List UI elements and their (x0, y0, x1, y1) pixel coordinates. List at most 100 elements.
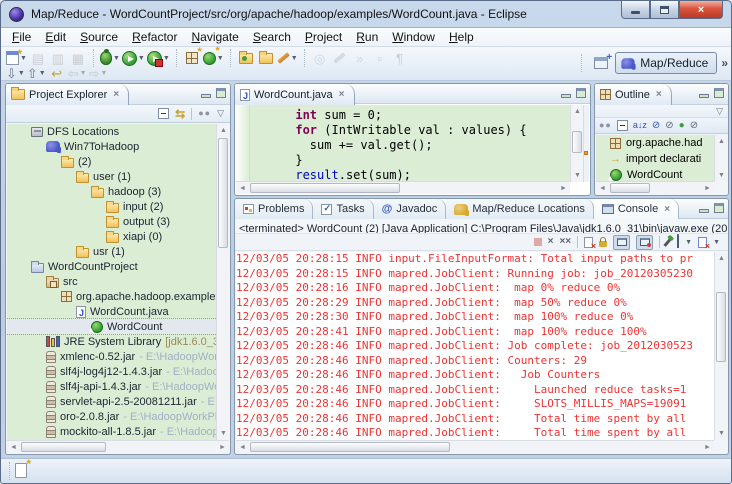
console-output[interactable]: 12/03/05 20:28:15 INFO input.FileInputFo… (236, 252, 714, 440)
outline-hscrollbar[interactable]: ◄► (596, 181, 714, 194)
perspective-overflow-chevron[interactable]: » (721, 56, 727, 70)
open-element-button[interactable] (236, 49, 256, 67)
maximize-button[interactable] (650, 1, 679, 19)
menu-navigate[interactable]: Navigate (184, 28, 245, 46)
close-button[interactable]: × (679, 1, 723, 19)
view-menu-button[interactable]: ▽ (217, 109, 224, 118)
dropdown-arrow-icon[interactable]: ▼ (163, 55, 170, 62)
outline-item-import-declarati[interactable]: →import declarati (596, 151, 714, 167)
hide-local-types-button[interactable]: ⊘ (690, 121, 698, 131)
menu-run[interactable]: Run (349, 28, 385, 46)
minimize-view-button[interactable] (201, 94, 211, 98)
tree-item-servlet-api-2-5-20081211-jar[interactable]: servlet-api-2.5-20081211.jar - E:\Ha (7, 394, 229, 409)
back-button[interactable]: ⇦▼ (67, 64, 88, 82)
tab-map-reduce-locations[interactable]: Map/Reduce Locations (446, 199, 594, 219)
minimize-editor-button[interactable] (561, 94, 571, 98)
tab-tasks[interactable]: Tasks (313, 199, 373, 219)
collapse-all-button[interactable] (158, 108, 169, 119)
tab-console[interactable]: Console× (594, 199, 679, 219)
menu-project[interactable]: Project (298, 28, 349, 46)
tree-item-slf4j-api-1-4-3-jar[interactable]: slf4j-api-1.4.3.jar - E:\HadoopWork (7, 379, 229, 394)
hide-fields-button[interactable]: ⊘ (652, 121, 660, 131)
hide-static-members-button[interactable]: ⊘ (665, 121, 673, 131)
run-button[interactable]: ▼ (121, 49, 146, 67)
tree-item-usr-1-[interactable]: usr (1) (7, 244, 229, 259)
customize-view-button[interactable]: ●● (198, 109, 211, 118)
tab-javadoc[interactable]: @Javadoc (374, 199, 447, 219)
outline-item-wordcount[interactable]: WordCount (596, 167, 714, 182)
dropdown-arrow-icon[interactable]: ▼ (18, 70, 25, 77)
tab-project-explorer[interactable]: Project Explorer × (6, 84, 129, 105)
outline-view-menu-button[interactable]: ▽ (716, 107, 723, 116)
tree-item-hadoop-3-[interactable]: hadoop (3) (7, 184, 229, 199)
fast-view-shortcut-icon[interactable] (15, 463, 27, 478)
show-stderr-toggle[interactable] (636, 235, 653, 250)
minimize-console-button[interactable] (699, 209, 709, 213)
pin-console-button[interactable] (664, 238, 672, 247)
close-outline-icon[interactable]: × (656, 89, 662, 100)
tree-item-oro-2-0-8-jar[interactable]: oro-2.0.8.jar - E:\HadoopWorkPlat\ (7, 409, 229, 424)
menu-edit[interactable]: Edit (38, 28, 73, 46)
maximize-console-button[interactable] (714, 203, 724, 213)
tab-problems[interactable]: Problems (235, 199, 313, 219)
tree-item-dfs-locations[interactable]: DFS Locations (7, 124, 229, 139)
close-editor-icon[interactable]: × (339, 89, 345, 100)
forward-button[interactable]: ⇨▼ (88, 64, 109, 82)
toggle-mark-occurrences-button[interactable]: ◎ (310, 49, 330, 67)
console-vscrollbar[interactable]: ▲▼ (714, 252, 727, 440)
tab-wordcount-java[interactable]: WordCount.java × (235, 84, 355, 105)
next-annotation-button[interactable]: » (350, 49, 370, 67)
open-console-dropdown-icon[interactable]: ▼ (713, 239, 720, 246)
tree-item-slf4j-log4j12-1-4-3-jar[interactable]: slf4j-log4j12-1.4.3.jar - E:\HadoopW (7, 364, 229, 379)
dropdown-arrow-icon[interactable]: ▼ (138, 55, 145, 62)
outline-item-org-apache-had[interactable]: org.apache.had (596, 135, 714, 151)
tree-item-wordcount-java[interactable]: WordCount.java (7, 304, 229, 319)
tree-item-jre-system-library[interactable]: JRE System Library [jdk1.6.0_31] (7, 334, 229, 349)
menu-search[interactable]: Search (246, 28, 298, 46)
dropdown-arrow-icon[interactable]: ▼ (100, 70, 107, 77)
menu-window[interactable]: Window (385, 28, 442, 46)
editor-hscrollbar[interactable]: ◄► (236, 181, 570, 194)
run-external-tools-button[interactable]: ▼ (146, 49, 171, 67)
menu-help[interactable]: Help (442, 28, 481, 46)
maximize-view-button[interactable] (216, 88, 226, 98)
link-with-editor-button[interactable]: ⇆ (175, 108, 185, 120)
editor-vscrollbar[interactable]: ▲▼ (570, 105, 583, 182)
edit-annotation-button[interactable] (330, 49, 350, 67)
outline-collapse-all-button[interactable] (617, 120, 628, 131)
project-explorer-hscrollbar[interactable]: ◄► (7, 440, 229, 453)
outline-focus-icon[interactable]: ●● (599, 121, 612, 130)
menu-refactor[interactable]: Refactor (125, 28, 184, 46)
tree-item-user-1-[interactable]: user (1) (7, 169, 229, 184)
show-stdout-toggle[interactable] (613, 235, 630, 250)
maximize-outline-button[interactable] (714, 88, 724, 98)
tree-item-output-3-[interactable]: output (3) (7, 214, 229, 229)
tree-item-wordcountproject[interactable]: WordCountProject (7, 259, 229, 274)
titlebar[interactable]: Map/Reduce - WordCountProject/src/org/ap… (1, 1, 731, 27)
open-resource-button[interactable] (256, 49, 276, 67)
skip-breakpoints-button[interactable]: ⇩▼ (5, 64, 26, 82)
close-view-icon[interactable]: × (113, 89, 119, 100)
outline-vscrollbar[interactable]: ▲▼ (714, 135, 727, 182)
minimize-outline-button[interactable] (699, 94, 709, 98)
console-hscrollbar[interactable]: ◄► (236, 440, 714, 453)
tree-item-org-apache-hadoop-examples[interactable]: org.apache.hadoop.examples (7, 289, 229, 304)
last-edit-location-button[interactable]: ↩ (47, 64, 67, 82)
tree-item-win7tohadoop[interactable]: Win7ToHadoop (7, 139, 229, 154)
display-console-dropdown-icon[interactable]: ▼ (685, 239, 692, 246)
sort-button[interactable]: a↓z (633, 121, 647, 130)
block-selection-button[interactable]: ▫ (370, 49, 390, 67)
run-last-launched-button[interactable]: ⇧▼ (26, 64, 47, 82)
tree-item--2-[interactable]: (2) (7, 154, 229, 169)
open-perspective-button[interactable] (591, 54, 611, 72)
show-whitespace-button[interactable]: ¶ (390, 49, 410, 67)
new-class-button[interactable]: ▼ (202, 49, 225, 67)
tree-item-input-2-[interactable]: input (2) (7, 199, 229, 214)
open-console-button[interactable] (698, 237, 707, 248)
perspective-mapreduce-button[interactable]: Map/Reduce (615, 52, 717, 74)
tree-item-src[interactable]: src (7, 274, 229, 289)
search-button[interactable]: ▼ (276, 49, 299, 67)
display-selected-console-button[interactable] (677, 237, 679, 247)
tree-item-xiapi-0-[interactable]: xiapi (0) (7, 229, 229, 244)
tree-item-xmlenc-0-52-jar[interactable]: xmlenc-0.52.jar - E:\HadoopWorkPl (7, 349, 229, 364)
